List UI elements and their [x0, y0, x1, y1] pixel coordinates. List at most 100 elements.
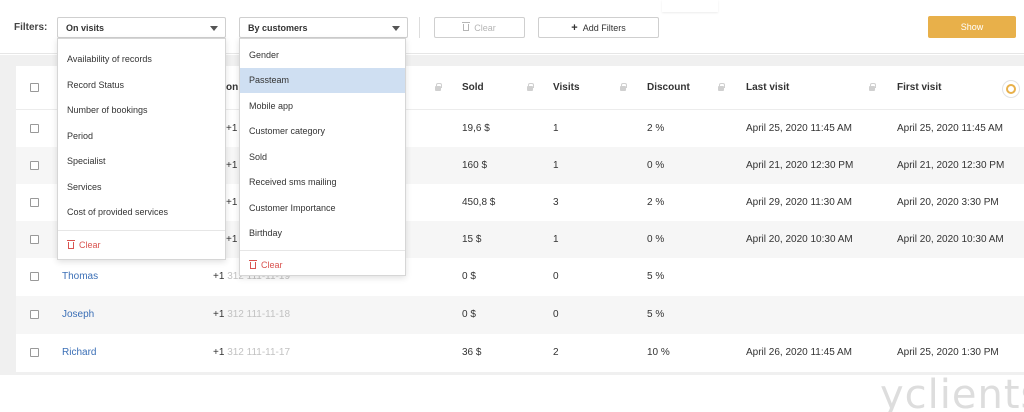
- menu-item-sold[interactable]: Sold: [240, 145, 405, 170]
- menu-item-birthday[interactable]: Birthday: [240, 221, 405, 246]
- customers-menu-clear-button[interactable]: Clear: [249, 259, 283, 270]
- discount-value: 5 %: [647, 271, 665, 282]
- show-button[interactable]: Show: [928, 16, 1016, 38]
- plus-icon: +: [571, 21, 578, 34]
- table-row[interactable]: Joseph +1 312 111-11-18 0 $ 0 5 %: [16, 296, 1024, 334]
- visits-value: 0: [553, 309, 559, 320]
- clear-filters-button[interactable]: Clear: [434, 17, 525, 38]
- sold-value: 0 $: [462, 309, 476, 320]
- header-visits[interactable]: Visits: [553, 82, 580, 93]
- trash-icon: [462, 22, 471, 31]
- add-filters-button[interactable]: + Add Filters: [538, 17, 659, 38]
- phone-prefix: +1: [226, 123, 238, 134]
- menu-item-customer-category[interactable]: Customer category: [240, 119, 405, 144]
- sold-value: 0 $: [462, 271, 476, 282]
- menu-item-gender[interactable]: Gender: [240, 43, 405, 68]
- filters-label: Filters:: [14, 22, 48, 33]
- last-visit-value: April 21, 2020 12:30 PM: [746, 160, 854, 171]
- visits-value: 1: [553, 160, 559, 171]
- header-last-visit[interactable]: Last visit: [746, 82, 789, 93]
- last-visit-value: April 26, 2020 11:45 AM: [746, 347, 852, 358]
- phone-prefix: +1: [226, 160, 238, 171]
- show-button-label: Show: [960, 22, 984, 32]
- menu-item-mobile-app[interactable]: Mobile app: [240, 94, 405, 119]
- clear-filters-label: Clear: [474, 22, 496, 33]
- row-checkbox[interactable]: [30, 124, 39, 133]
- sold-value: 36 $: [462, 347, 482, 358]
- select-all-checkbox[interactable]: [30, 83, 39, 92]
- lock-icon: [869, 83, 876, 91]
- phone-prefix: +1: [226, 197, 238, 208]
- sold-value: 450,8 $: [462, 197, 496, 208]
- row-checkbox[interactable]: [30, 348, 39, 357]
- row-checkbox[interactable]: [30, 310, 39, 319]
- row-checkbox[interactable]: [30, 272, 39, 281]
- lock-icon: [718, 83, 725, 91]
- row-checkbox[interactable]: [30, 161, 39, 170]
- discount-value: 2 %: [647, 197, 665, 208]
- visits-value: 2: [553, 347, 559, 358]
- phone-prefix: +1: [213, 347, 225, 358]
- row-checkbox[interactable]: [30, 198, 39, 207]
- menu-item-record-status[interactable]: Record Status: [58, 73, 225, 98]
- client-name-link[interactable]: Thomas: [62, 271, 98, 282]
- visits-value: 1: [553, 234, 559, 245]
- menu-item-specialist[interactable]: Specialist: [58, 149, 225, 174]
- header-discount[interactable]: Discount: [647, 82, 690, 93]
- lock-icon: [435, 83, 442, 91]
- table-row[interactable]: Richard +1 312 111-11-17 36 $ 2 10 % Apr…: [16, 334, 1024, 372]
- row-checkbox[interactable]: [30, 235, 39, 244]
- chevron-down-icon: [392, 26, 400, 31]
- visits-value: 0: [553, 271, 559, 282]
- menu-item-passteam[interactable]: Passteam: [240, 68, 405, 93]
- column-settings-gear-icon[interactable]: [1002, 80, 1020, 98]
- first-visit-value: April 25, 2020 11:45 AM: [897, 123, 1003, 134]
- discount-value: 2 %: [647, 123, 665, 134]
- customers-filter-select[interactable]: By customers: [239, 17, 408, 38]
- visits-filter-select[interactable]: On visits: [57, 17, 226, 38]
- phone-number: 312 111-11-18: [227, 309, 291, 320]
- trash-icon: [67, 239, 75, 249]
- phone-prefix: +1: [213, 271, 225, 282]
- client-name-link[interactable]: Joseph: [62, 309, 94, 320]
- customers-filter-value: By customers: [248, 23, 308, 33]
- menu-item-received-sms[interactable]: Received sms mailing: [240, 170, 405, 195]
- phone-prefix: +1: [226, 234, 238, 245]
- last-visit-value: April 20, 2020 10:30 AM: [746, 234, 853, 245]
- yclients-watermark-logo: yclients: [880, 372, 1024, 412]
- phone-number: 312 111-11-17: [227, 347, 291, 358]
- menu-divider: [58, 230, 225, 231]
- toolbar-divider: [419, 17, 420, 38]
- last-visit-value: April 29, 2020 11:30 AM: [746, 197, 852, 208]
- lock-icon: [620, 83, 627, 91]
- visits-filter-value: On visits: [66, 23, 105, 33]
- menu-item-number-of-bookings[interactable]: Number of bookings: [58, 98, 225, 123]
- customers-menu-clear-label: Clear: [261, 260, 283, 270]
- visits-menu-clear-button[interactable]: Clear: [67, 239, 101, 250]
- visits-menu-clear-label: Clear: [79, 240, 101, 250]
- trash-icon: [249, 259, 257, 269]
- discount-value: 10 %: [647, 347, 670, 358]
- sold-value: 160 $: [462, 160, 488, 171]
- menu-divider: [240, 250, 405, 251]
- chevron-down-icon: [210, 26, 218, 31]
- sold-value: 19,6 $: [462, 123, 490, 134]
- first-visit-value: April 20, 2020 3:30 PM: [897, 197, 999, 208]
- last-visit-value: April 25, 2020 11:45 AM: [746, 123, 852, 134]
- first-visit-value: April 25, 2020 1:30 PM: [897, 347, 999, 358]
- menu-item-cost-of-services[interactable]: Cost of provided services: [58, 200, 225, 225]
- client-name-link[interactable]: Richard: [62, 347, 96, 358]
- customers-filter-menu: Gender Passteam Mobile app Customer cate…: [239, 38, 406, 276]
- menu-item-customer-importance[interactable]: Customer Importance: [240, 196, 405, 221]
- lock-icon: [527, 83, 534, 91]
- menu-item-availability[interactable]: Availability of records: [58, 47, 225, 72]
- menu-item-services[interactable]: Services: [58, 175, 225, 200]
- header-first-visit[interactable]: First visit: [897, 82, 941, 93]
- discount-value: 0 %: [647, 234, 665, 245]
- first-visit-value: April 21, 2020 12:30 PM: [897, 160, 1005, 171]
- menu-item-period[interactable]: Period: [58, 124, 225, 149]
- visits-value: 3: [553, 197, 559, 208]
- first-visit-value: April 20, 2020 10:30 AM: [897, 234, 1004, 245]
- table-row[interactable]: Thomas +1 312 111-11-19 0 $ 0 5 %: [16, 258, 1024, 296]
- header-sold[interactable]: Sold: [462, 82, 484, 93]
